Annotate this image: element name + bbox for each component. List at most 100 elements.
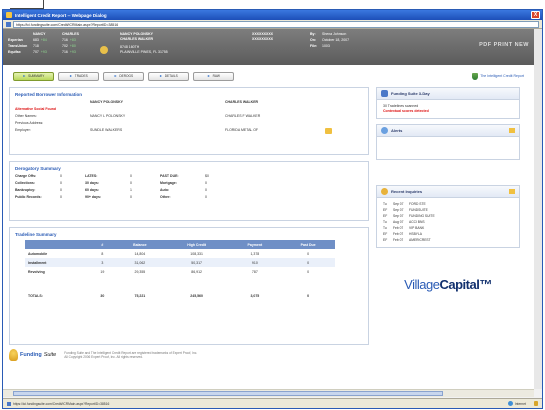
arrow-right-icon: ► [113, 74, 118, 78]
close-button[interactable]: X [531, 11, 540, 19]
arrow-right-icon: ► [159, 74, 163, 78]
alert-icon [381, 127, 388, 134]
tab-trades[interactable]: ► TRADES [58, 71, 99, 81]
table-row[interactable]: Revolving 19 29,355 86,912 787 0 [25, 267, 335, 276]
derog-value: 0 [205, 188, 207, 192]
table-row[interactable]: Automobile 8 14,804 108,331 1,378 0 [25, 249, 335, 258]
page-icon [6, 21, 11, 27]
derog-label: PAST DUE: [160, 174, 179, 178]
vertical-scrollbar[interactable] [534, 29, 542, 389]
table-cell: 0 [307, 269, 310, 274]
score-header-borrower: NANCY [33, 32, 46, 36]
inquiry-name[interactable]: VIP BANK [409, 226, 449, 231]
address-bar: https://ici.fundingsuite.com/Credit/ICRM… [3, 20, 542, 29]
inquiry-date: Sep 07 [393, 214, 404, 218]
title-bar[interactable]: Intelligent Credit Report -- Webpage Dia… [3, 10, 542, 20]
derog-value [265, 195, 295, 199]
dialog-window: Intelligent Credit Report -- Webpage Dia… [2, 9, 543, 409]
derog-label: LATES: [85, 174, 98, 178]
panel-header[interactable]: Recent Inquiries [377, 186, 519, 198]
window-title: Intelligent Credit Report -- Webpage Dia… [15, 12, 107, 18]
inquiry-name[interactable]: ACCI BNS [409, 220, 449, 225]
derog-label [235, 181, 265, 185]
coborrower-name: CHARLES WALKER [120, 37, 154, 41]
score-value: 683 +84 [33, 38, 47, 42]
inquiry-bureau: Tu [383, 226, 387, 230]
tab-summary[interactable]: ► SUMMARY [13, 71, 54, 81]
inquiry-bureau: Tu [383, 202, 387, 206]
panel-header[interactable]: Funding Suite 3-Day [377, 88, 519, 100]
inquiry-date: Sep 07 [393, 202, 404, 206]
coin-icon[interactable] [100, 46, 108, 54]
derog-panel: Derogatory Summary Charge Offs: 0 LATES: 0 P… [9, 161, 369, 221]
column-header: Past Due [281, 240, 335, 249]
table-cell: Revolving [28, 269, 45, 274]
derog-label [235, 188, 265, 192]
score-value: 716 +93 [62, 50, 76, 54]
derog-value: 0 [130, 195, 132, 199]
row-label: Other Names: [15, 114, 37, 118]
table-row[interactable]: Installment 3 31,062 50,317 910 0 [25, 258, 335, 267]
horizontal-scrollbar[interactable] [3, 389, 534, 397]
arrow-right-icon: ► [69, 74, 73, 78]
inquiry-name[interactable]: FORD STE [409, 202, 449, 207]
bureau-label: TransUnion [8, 44, 28, 48]
tab-raw[interactable]: ► RAW [193, 71, 234, 81]
scrollbar-thumb[interactable] [13, 391, 443, 396]
column-header: # [89, 240, 116, 249]
inquiry-bureau: EF [383, 208, 388, 212]
table-cell: 29,355 [134, 269, 146, 274]
report-meta: By: Shena Johnson On: October 18, 2007 F… [310, 32, 382, 62]
table-cell: 86,912 [191, 269, 202, 274]
report-header: NANCY CHARLES Experian 683 +84 716 +83 Tra… [3, 29, 534, 65]
arrow-right-icon: ► [207, 74, 211, 78]
derog-label: 60 days: [85, 188, 100, 192]
funding-suite-panel: Funding Suite 3-Day 30 Tradelines scanne… [376, 87, 520, 119]
derog-label: Mortgage: [160, 181, 177, 185]
note-icon[interactable] [509, 128, 515, 133]
panel-header[interactable]: Alerts [377, 125, 519, 137]
globe-icon [507, 401, 513, 406]
inquiry-name[interactable]: AMERICREST [409, 238, 449, 243]
tab-details[interactable]: ► DETAILS [148, 71, 189, 81]
url-field[interactable]: https://ici.fundingsuite.com/Credit/ICRM… [13, 20, 539, 28]
alt-social-alert[interactable]: Alternative Social Found [15, 107, 90, 111]
icr-brand: The Intelligent Credit Report [472, 72, 524, 80]
shield-icon [472, 72, 479, 80]
table-cell: 0 [307, 294, 310, 298]
scrollbar-thumb[interactable] [535, 35, 541, 125]
inquiry-name[interactable]: FUNDING SUITE [409, 214, 449, 219]
tab-derogs[interactable]: ► DEROGS [103, 71, 144, 81]
inquiry-name[interactable]: HSBYLA [409, 232, 449, 237]
page-footer: Funding Suite Funding Suite and The Intel… [9, 349, 509, 361]
panel-title: Tradeline Summary [15, 232, 57, 237]
table-cell: 14,804 [134, 251, 146, 256]
table-cell: 31,062 [115, 258, 165, 267]
ssn-block: XXXXXXXXX XXXXXXXXX [252, 32, 292, 62]
note-icon[interactable] [509, 189, 515, 194]
inquiry-list: Tu Sep 07 FORD STE EF Sep 07 FUNDSUITE EF Sep 0… [383, 202, 513, 243]
derog-value: 0 [60, 181, 62, 185]
bureau-label: Equifax [8, 50, 21, 54]
inquiry-bureau: Tu [383, 220, 387, 224]
inquiry-name[interactable]: FUNDSUITE [409, 208, 449, 213]
table-cell: 245,560 [190, 294, 203, 298]
table-cell: 910 [228, 258, 282, 267]
column-header [25, 240, 90, 249]
derog-label: Charge Offs: [15, 174, 37, 178]
derog-value: 0 [130, 181, 132, 185]
left-column: Reported Borrower Information NANCY POLO… [9, 87, 369, 351]
meta-file: 1003 [322, 44, 330, 48]
table-cell: 50,317 [164, 258, 229, 267]
note-icon[interactable] [325, 128, 332, 134]
borrower-block: NANCY POLONSKY CHARLES WALKER 8748 160TH… [120, 32, 240, 62]
page-content: NANCY CHARLES Experian 683 +84 716 +83 Tra… [3, 29, 542, 389]
pdf-print-new-links[interactable]: PDF PRINT NEW [479, 42, 529, 62]
inquiry-bureau: EF [383, 214, 388, 218]
derog-label: Auto: [160, 188, 170, 192]
derog-value: 0 [60, 174, 62, 178]
row-label: Employer: [15, 128, 31, 132]
table-spacer-row [25, 276, 335, 290]
totals-row: TOTALS: 30 75,221 245,560 3,075 0 [25, 290, 335, 302]
address-line-2: PLAINVILLE PINES, FL 31755 [120, 50, 168, 54]
